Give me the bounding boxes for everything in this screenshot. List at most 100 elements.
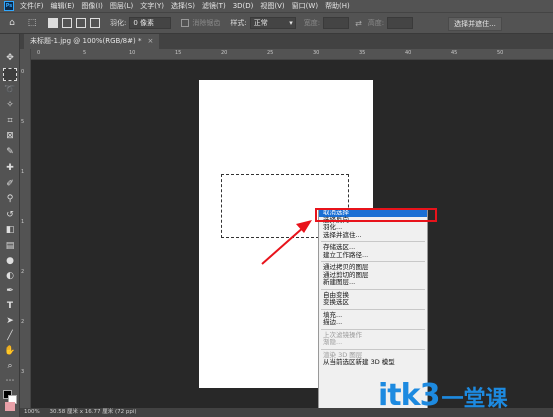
menu-separator [321, 348, 425, 350]
menu-separator [321, 288, 425, 290]
menu-layer[interactable]: 图层(L) [110, 1, 133, 11]
eraser-icon[interactable]: ◧ [3, 224, 17, 237]
healing-brush-icon[interactable]: ✚ [3, 162, 17, 175]
new-selection-icon[interactable] [48, 18, 58, 28]
photoshop-logo-icon: Ps [4, 1, 14, 11]
lasso-icon[interactable]: ➰ [3, 84, 17, 97]
ruler-tick: 2 [21, 319, 25, 325]
hand-icon[interactable]: ✋ [3, 345, 17, 358]
feather-label: 羽化: [110, 19, 127, 27]
menu-help[interactable]: 帮助(H) [325, 1, 350, 11]
ruler-tick: 1 [21, 169, 25, 175]
menu-separator [321, 308, 425, 310]
subtract-selection-icon[interactable] [76, 18, 86, 28]
ruler-tick: 15 [175, 50, 182, 56]
menu-image[interactable]: 图像(I) [81, 1, 103, 11]
ruler-tick: 2 [21, 269, 25, 275]
document-tab-bar: 未标题-1.jpg @ 100%(RGB/8#) * × [20, 34, 553, 49]
menu-bar: Ps 文件(F) 编辑(E) 图像(I) 图层(L) 文字(Y) 选择(S) 滤… [0, 0, 553, 12]
site-watermark-logo: itk3 一堂课 [378, 375, 507, 413]
menu-item-make-work-path[interactable]: 建立工作路径... [319, 251, 427, 260]
ruler-tick: 30 [313, 50, 320, 56]
blur-icon[interactable]: ● [3, 255, 17, 268]
ruler-tick: 35 [359, 50, 366, 56]
eyedropper-icon[interactable]: ✎ [3, 146, 17, 159]
frame-icon[interactable]: ⊠ [3, 130, 17, 143]
watermark-latin: itk3 [378, 378, 440, 413]
marquee-tool-preset-icon[interactable]: ⬚ [26, 17, 38, 29]
path-selection-icon[interactable]: ➤ [3, 315, 17, 328]
vertical-ruler: 0 5 1 1 2 2 3 [20, 49, 31, 408]
ruler-tick: 5 [21, 119, 25, 125]
gradient-icon[interactable]: ▤ [3, 240, 17, 253]
type-icon[interactable]: T [3, 300, 17, 313]
more-tools-icon[interactable]: ⋯ [3, 375, 17, 388]
zoom-level[interactable]: 100% [24, 409, 40, 415]
home-icon[interactable]: ⌂ [6, 17, 18, 29]
ruler-tick: 5 [83, 50, 87, 56]
add-selection-icon[interactable] [62, 18, 72, 28]
height-input[interactable] [387, 17, 414, 29]
ruler-tick: 10 [129, 50, 136, 56]
menu-item-new-3d-model[interactable]: 从当前选区新建 3D 模型 [319, 358, 427, 367]
menu-select[interactable]: 选择(S) [171, 1, 195, 11]
close-icon[interactable]: × [147, 37, 153, 45]
ruler-tick: 45 [451, 50, 458, 56]
style-select[interactable]: 正常 [249, 17, 296, 29]
menu-separator [321, 261, 425, 262]
menu-item-new-layer[interactable]: 新建图层... [319, 278, 427, 287]
antialias-checkbox[interactable] [181, 19, 190, 27]
watermark-cjk: 一堂课 [441, 387, 508, 412]
menu-view[interactable]: 视图(V) [260, 1, 284, 11]
brush-icon[interactable]: ✐ [3, 178, 17, 191]
document-tab-title: 未标题-1.jpg @ 100%(RGB/8#) * [30, 37, 142, 45]
dodge-icon[interactable]: ◐ [3, 270, 17, 283]
ruler-tick: 20 [221, 50, 228, 56]
history-brush-icon[interactable]: ↺ [3, 209, 17, 222]
line-icon[interactable]: ╱ [3, 330, 17, 343]
menu-item-transform-selection[interactable]: 变换选区 [319, 298, 427, 307]
swap-icon[interactable]: ⇄ [355, 19, 362, 28]
ruler-tick: 40 [405, 50, 412, 56]
menu-edit[interactable]: 编辑(E) [51, 1, 75, 11]
clone-stamp-icon[interactable]: ⚲ [3, 193, 17, 206]
intersect-selection-icon[interactable] [90, 18, 100, 28]
ruler-tick: 0 [37, 50, 41, 56]
rectangular-marquee-icon[interactable] [3, 68, 17, 81]
ruler-tick: 25 [267, 50, 274, 56]
height-label: 高度: [367, 19, 385, 27]
menu-separator [321, 328, 425, 330]
move-tool-icon[interactable]: ✥ [3, 52, 17, 65]
menu-item-select-and-mask[interactable]: 选择并遮住... [319, 231, 427, 240]
menu-separator [321, 241, 425, 242]
ruler-tick: 0 [21, 69, 25, 75]
quick-mask-icon[interactable] [5, 402, 15, 411]
feather-input[interactable]: 0 像素 [129, 17, 172, 29]
style-label: 样式: [230, 19, 247, 27]
zoom-icon[interactable]: ⌕ [3, 360, 17, 373]
antialias-label: 消除锯齿 [192, 19, 221, 27]
document-size: 30.58 厘米 x 16.77 厘米 (72 ppi) [49, 409, 137, 415]
ruler-tick: 3 [21, 369, 25, 375]
magic-wand-icon[interactable]: ✧ [3, 99, 17, 112]
ruler-tick: 1 [21, 219, 25, 225]
width-input[interactable] [323, 17, 350, 29]
menu-filter[interactable]: 滤镜(T) [202, 1, 226, 11]
width-label: 宽度: [303, 19, 321, 27]
menu-type[interactable]: 文字(Y) [140, 1, 164, 11]
document-tab[interactable]: 未标题-1.jpg @ 100%(RGB/8#) * × [24, 34, 160, 49]
ruler-tick: 50 [497, 50, 504, 56]
menu-item-fade: 渐隐... [323, 338, 343, 346]
menu-window[interactable]: 窗口(W) [292, 1, 318, 11]
tools-panel: ✥ ➰ ✧ ⌗ ⊠ ✎ ✚ ✐ ⚲ ↺ ◧ ▤ ● ◐ ✒ T ➤ ╱ ✋ ⌕ … [0, 34, 20, 417]
options-bar: ⌂ ⬚ 羽化: 0 像素 消除锯齿 样式: 正常 宽度: ⇄ 高度: 选择并遮住… [0, 12, 553, 34]
crop-icon[interactable]: ⌗ [3, 115, 17, 128]
menu-file[interactable]: 文件(F) [20, 1, 44, 11]
select-and-mask-button[interactable]: 选择并遮住... [448, 17, 502, 31]
menu-3d[interactable]: 3D(D) [233, 2, 254, 10]
horizontal-ruler: 0 5 10 15 20 25 30 35 40 45 50 [31, 49, 553, 60]
menu-item-stroke[interactable]: 描边... [319, 318, 427, 327]
pen-icon[interactable]: ✒ [3, 285, 17, 298]
canvas-area[interactable] [31, 60, 553, 408]
annotation-highlight-box [315, 208, 437, 222]
